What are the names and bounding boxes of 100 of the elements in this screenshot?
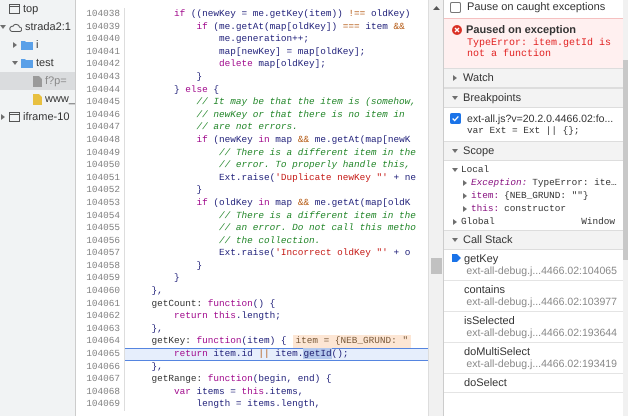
right-triangle-icon[interactable] bbox=[12, 42, 18, 48]
down-triangle-icon[interactable] bbox=[452, 237, 458, 243]
line-number: 104049 bbox=[76, 146, 125, 160]
scope-header[interactable]: Scope bbox=[444, 141, 623, 161]
line-number: 104053 bbox=[76, 196, 125, 210]
scope-value: Window bbox=[581, 216, 615, 227]
breakpoint-location[interactable]: ext-all.js?v=20.2.0.4466.02:fo... bbox=[467, 113, 614, 125]
line-number: 104040 bbox=[76, 33, 125, 46]
code-line: // the collection. bbox=[218, 234, 322, 248]
down-triangle-icon[interactable] bbox=[452, 166, 458, 172]
checkbox[interactable] bbox=[450, 2, 461, 12]
code-line: getCount: function() { bbox=[150, 298, 276, 310]
scrollbar-thumb[interactable] bbox=[623, 60, 628, 260]
tree-item[interactable]: strada2:1 bbox=[0, 18, 75, 36]
code-line: // an error. Do not call this metho bbox=[218, 222, 417, 235]
code-line: }, bbox=[150, 360, 164, 374]
watch-header[interactable]: Watch bbox=[444, 68, 623, 88]
down-triangle-icon[interactable] bbox=[452, 95, 458, 101]
line-number: 104062 bbox=[76, 310, 125, 323]
line-number: 104046 bbox=[76, 108, 125, 122]
line-number: 104044 bbox=[76, 84, 125, 96]
scope-variable[interactable]: Exception: TypeError: ite… bbox=[452, 176, 623, 189]
line-number: 104051 bbox=[76, 172, 125, 184]
line-number: 104048 bbox=[76, 134, 125, 147]
scope-variable[interactable]: item: {NEB_GRUND: ""} bbox=[452, 189, 623, 202]
scrollbar[interactable] bbox=[428, 0, 443, 416]
code-line: me.generation++; bbox=[218, 33, 310, 46]
down-triangle-icon[interactable] bbox=[452, 148, 458, 154]
code-line: } bbox=[173, 272, 181, 286]
code-line: // There is a different item in the bbox=[218, 210, 417, 222]
right-triangle-icon[interactable] bbox=[462, 180, 468, 186]
scope-group[interactable]: Local bbox=[452, 163, 623, 176]
cloud-icon bbox=[9, 22, 22, 32]
call-frame[interactable]: contains bbox=[464, 284, 617, 296]
code-line: } bbox=[196, 70, 204, 84]
tree-item[interactable]: top bbox=[0, 0, 75, 18]
code-line: Ext.raise('Duplicate newKey "' + ne bbox=[218, 172, 417, 184]
code-line: getRange: function(begin, end) { bbox=[150, 373, 333, 386]
frame-icon bbox=[9, 112, 20, 122]
tree-item[interactable]: iframe-10 bbox=[0, 108, 75, 126]
line-number: 104060 bbox=[76, 285, 125, 298]
code-line: return this.length; bbox=[173, 310, 282, 323]
right-triangle-icon[interactable] bbox=[0, 114, 6, 120]
code-line: if ((newKey = me.getKey(item)) !== oldKey) bbox=[173, 8, 412, 21]
checkbox[interactable] bbox=[450, 113, 461, 124]
right-triangle-icon[interactable] bbox=[462, 206, 468, 212]
code-line: var items = this.items, bbox=[173, 386, 304, 398]
call-frame[interactable]: isSelected bbox=[464, 315, 617, 327]
line-number: 104041 bbox=[76, 46, 125, 58]
line-number: 104063 bbox=[76, 322, 125, 336]
call-frame[interactable]: doSelect bbox=[464, 377, 617, 389]
code-line: } bbox=[196, 260, 204, 272]
code-line: getKey: function(item) { item = {NEB_GRUND: " bbox=[125, 335, 428, 348]
code-line: delete map[oldKey]; bbox=[218, 58, 327, 71]
code-line: // There is a different item in the bbox=[218, 146, 417, 160]
right-triangle-icon[interactable] bbox=[452, 75, 458, 81]
call-frame[interactable]: getKey bbox=[464, 253, 617, 265]
checkbox-label: Pause on caught exceptions bbox=[467, 1, 606, 13]
call-frame[interactable]: doMultiSelect bbox=[464, 346, 617, 358]
line-number: 104068 bbox=[76, 386, 125, 398]
line-number: 104052 bbox=[76, 184, 125, 197]
right-triangle-icon[interactable] bbox=[462, 192, 468, 198]
tree-item[interactable]: www_ bbox=[0, 90, 75, 108]
line-number: 104039 bbox=[76, 20, 125, 34]
error-icon bbox=[452, 25, 462, 35]
line-number: 104066 bbox=[76, 360, 125, 374]
scope-variable[interactable]: this: constructor bbox=[452, 202, 623, 215]
line-number: 104043 bbox=[76, 70, 125, 84]
line-number: 104047 bbox=[76, 121, 125, 134]
line-number: 104050 bbox=[76, 159, 125, 172]
breakpoint-code: var Ext = Ext || {}; bbox=[467, 125, 581, 136]
code-line: if (me.getAt(map[oldKey]) === item && bbox=[196, 20, 406, 34]
line-number: 104061 bbox=[76, 298, 125, 310]
line-number: 104067 bbox=[76, 373, 125, 386]
line-number: 104038 bbox=[76, 8, 125, 21]
frame-location: ext-all-debug.j...4466.02:193644 bbox=[465, 327, 617, 339]
tree-item[interactable]: test bbox=[0, 54, 75, 72]
code-line: }, bbox=[150, 322, 164, 336]
line-number: 104045 bbox=[76, 96, 125, 109]
folder-icon bbox=[21, 58, 33, 68]
code-line: if (oldKey in map && me.getAt(map[oldK bbox=[196, 196, 412, 210]
down-triangle-icon[interactable] bbox=[0, 24, 6, 30]
code-line: map[newKey] = map[oldKey]; bbox=[218, 46, 366, 58]
line-number: 104069 bbox=[76, 398, 125, 411]
code-line: // It may be that the item is (somehow, bbox=[196, 96, 417, 109]
frame-location: ext-all-debug.j...4466.02:104065 bbox=[465, 265, 617, 277]
folder-icon bbox=[21, 40, 33, 50]
code-line: // error. To properly handle this, bbox=[218, 159, 412, 172]
line-number: 104057 bbox=[76, 247, 125, 260]
call-stack-header[interactable]: Call Stack bbox=[444, 230, 623, 250]
scope-group[interactable]: Global bbox=[452, 215, 495, 228]
script-file-icon bbox=[33, 94, 42, 104]
breakpoints-header[interactable]: Breakpoints bbox=[444, 88, 623, 108]
code-line: length = items.length, bbox=[196, 398, 322, 411]
line-number: 104064 bbox=[76, 335, 125, 348]
frame-icon bbox=[9, 4, 20, 14]
down-triangle-icon[interactable] bbox=[12, 60, 18, 66]
tree-item[interactable]: i bbox=[0, 36, 75, 54]
right-triangle-icon[interactable] bbox=[452, 218, 458, 224]
frame-location: ext-all-debug.j...4466.02:193419 bbox=[465, 358, 617, 370]
